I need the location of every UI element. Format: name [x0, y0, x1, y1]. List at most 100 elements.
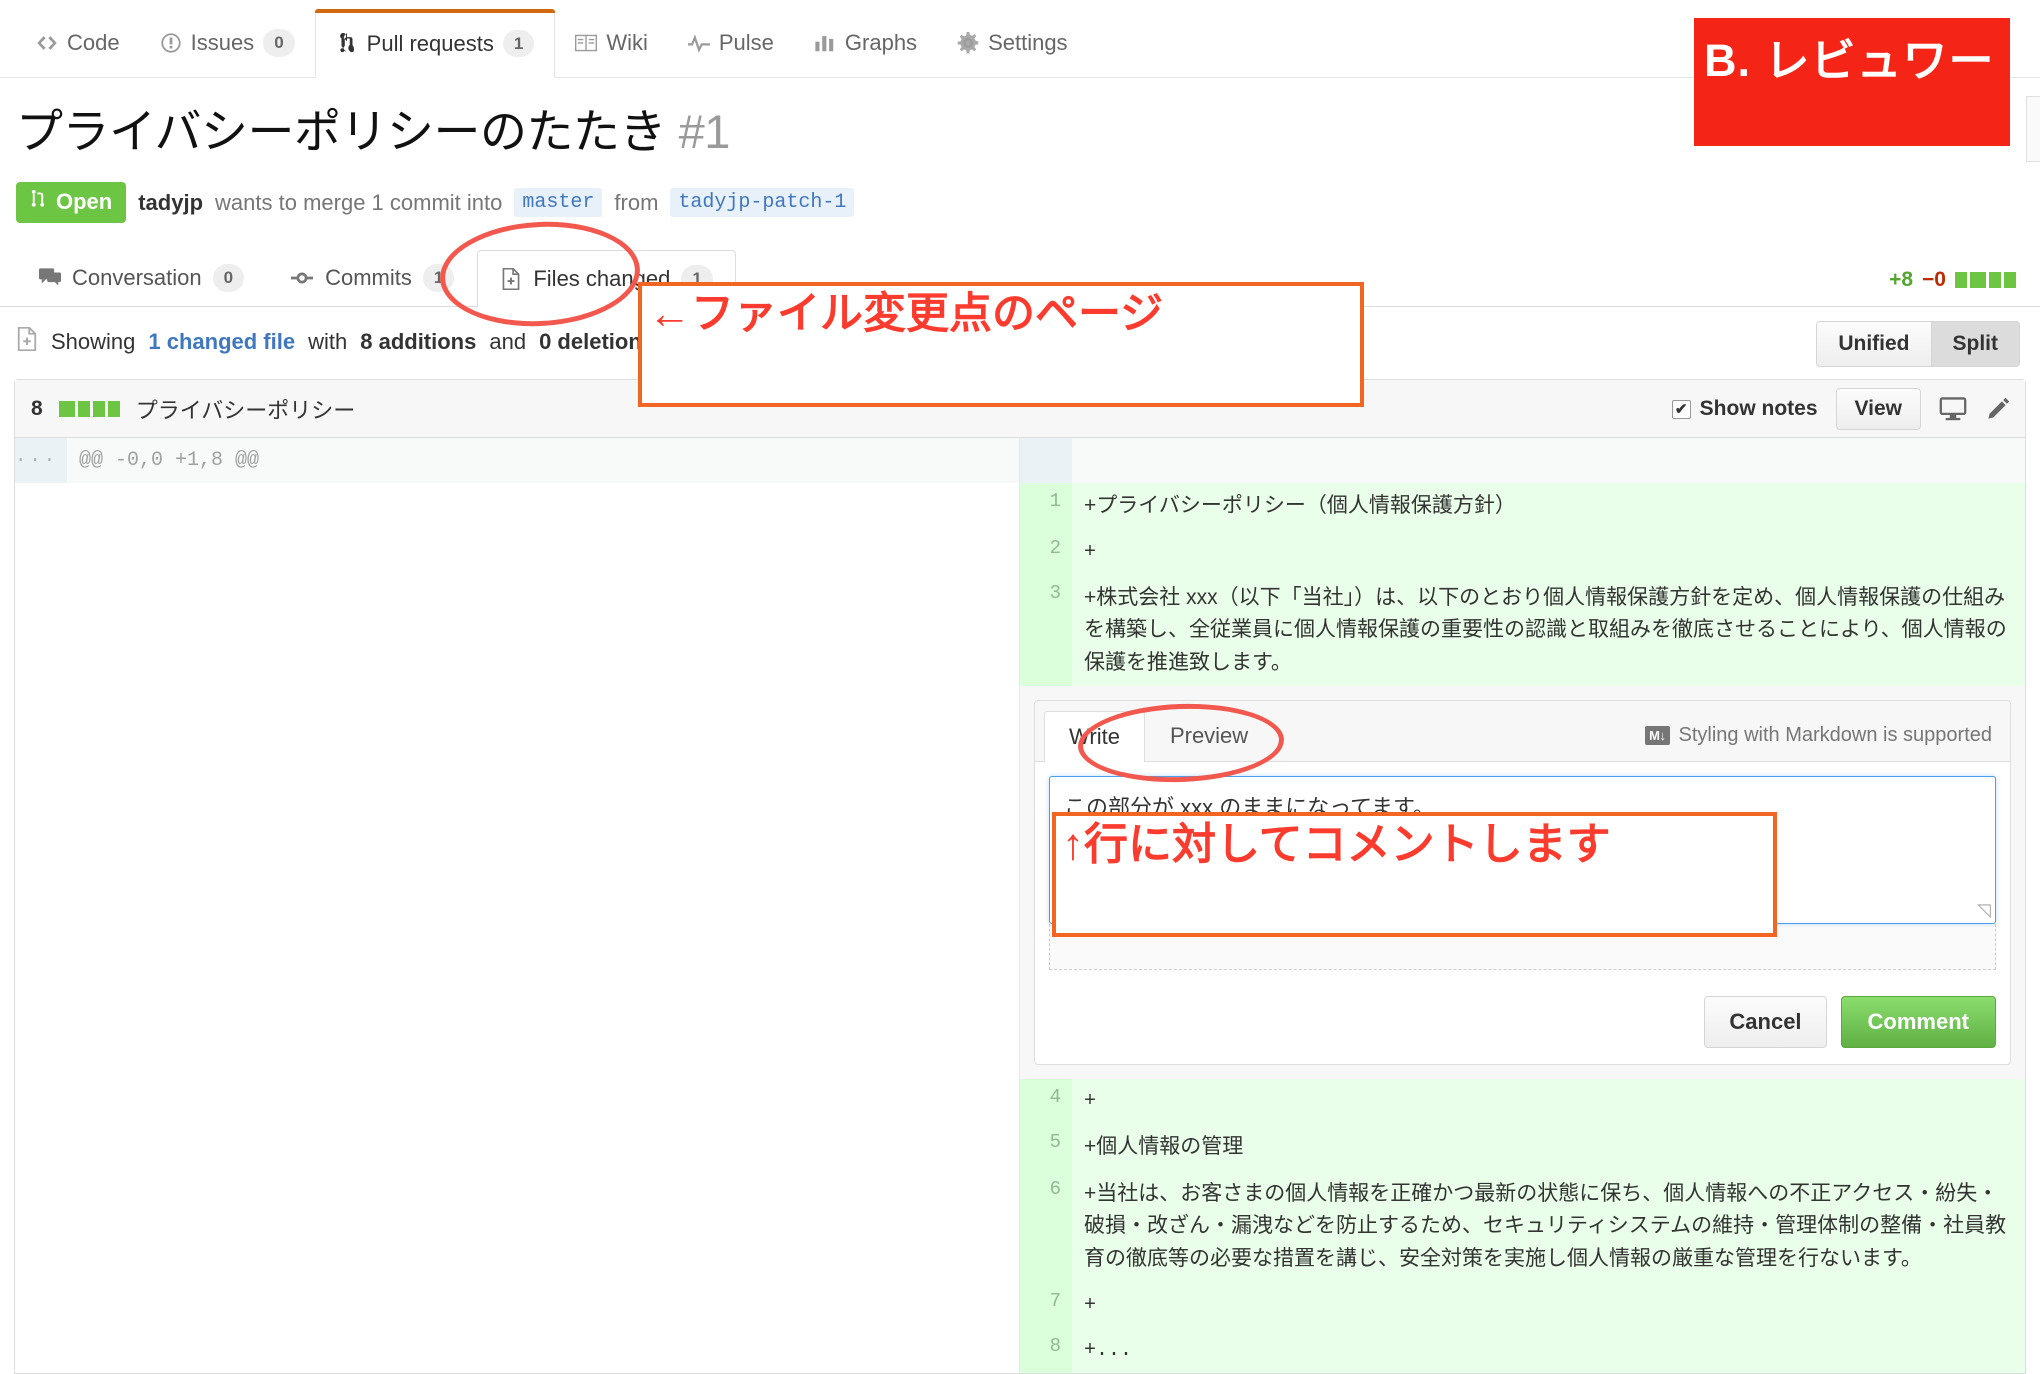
diff-right-added[interactable]: 6 +当社は、お客さまの個人情報を正確かつ最新の状態に保ち、個人情報への不正アク…: [1020, 1170, 2025, 1283]
diff-left-empty: [15, 1124, 1020, 1171]
diff-right-added[interactable]: 1 +プライバシーポリシー（個人情報保護方針）: [1020, 483, 2025, 530]
line-number: 3: [1020, 574, 1072, 687]
diff-row-8: 8 +...: [15, 1327, 2025, 1373]
diff-right-added[interactable]: 7 +: [1020, 1282, 2025, 1328]
line-content: +株式会社 xxx（以下「当社」）は、以下のとおり個人情報保護方針を定め、個人情…: [1072, 574, 2025, 687]
base-branch-chip[interactable]: master: [514, 188, 603, 218]
line-content: +: [1072, 1282, 2025, 1328]
show-notes-label: Show notes: [1699, 397, 1818, 421]
unified-view-button[interactable]: Unified: [1817, 322, 1931, 367]
tab-conversation[interactable]: Conversation 0: [16, 249, 267, 306]
diff-right-added[interactable]: 8 +...: [1020, 1327, 2025, 1373]
pr-merge-text-1: wants to merge 1 commit into: [215, 189, 503, 215]
empty-code: [67, 1124, 1019, 1171]
line-number: 1: [1020, 483, 1072, 530]
file-changes-count: 8: [31, 396, 43, 420]
nav-tab-settings[interactable]: Settings: [937, 9, 1088, 77]
diff-right-added[interactable]: 5 +個人情報の管理: [1020, 1124, 2025, 1171]
checkbox-icon[interactable]: ✔: [1671, 399, 1691, 419]
line-content: +当社は、お客さまの個人情報を正確かつ最新の状態に保ち、個人情報への不正アクセス…: [1072, 1170, 2025, 1283]
pencil-icon[interactable]: [1985, 396, 2011, 422]
line-number: 8: [1020, 1327, 1072, 1373]
gear-icon: [957, 32, 979, 54]
diff-hunk-header-row: ... @@ -0,0 +1,8 @@: [15, 438, 2025, 484]
diffstat-summary: +8 −0: [1889, 268, 2016, 292]
hunk-gutter[interactable]: ...: [15, 438, 67, 484]
pr-number: #1: [678, 105, 731, 158]
annotation-banner-reviewer: B. レビュワー: [1694, 18, 2010, 146]
empty-gutter: [15, 1170, 67, 1283]
nav-tab-label: Wiki: [606, 30, 648, 55]
showing-additions: 8 additions: [360, 329, 477, 355]
nav-tab-issues[interactable]: Issues 0: [140, 9, 315, 77]
nav-tab-pulse[interactable]: Pulse: [668, 9, 794, 77]
tab-label: Conversation: [72, 265, 202, 291]
file-header-actions: ✔ Show notes View: [1671, 380, 2011, 438]
empty-gutter: [15, 574, 67, 687]
empty-gutter: [15, 1124, 67, 1171]
markdown-hint[interactable]: M↓ Styling with Markdown is supported: [1645, 724, 1992, 747]
head-branch-chip[interactable]: tadyjp-patch-1: [670, 188, 855, 218]
changed-file-link[interactable]: 1 changed file: [148, 329, 295, 355]
view-button[interactable]: View: [1835, 388, 1921, 431]
file-name[interactable]: プライバシーポリシー: [136, 393, 356, 425]
nav-tab-wiki[interactable]: Wiki: [555, 9, 668, 77]
empty-gutter: [15, 529, 67, 575]
line-content: +: [1072, 1079, 2025, 1125]
showing-and: and: [489, 329, 527, 355]
diff-left-empty: [15, 1327, 1020, 1373]
diff-right-added[interactable]: 4 +: [1020, 1079, 2025, 1125]
status-badge: Open: [16, 182, 127, 224]
show-notes-toggle[interactable]: ✔ Show notes: [1671, 397, 1818, 421]
line-number: 4: [1020, 1079, 1072, 1125]
code-icon: [36, 32, 58, 54]
status-badge-label: Open: [56, 189, 113, 215]
diff-left-empty: [15, 1079, 1020, 1125]
diffstat-deletions: −0: [1922, 268, 1946, 292]
annotation-text-line-comment: ↑行に対してコメントします: [1062, 820, 1611, 869]
markdown-hint-label: Styling with Markdown is supported: [1678, 724, 1992, 747]
empty-gutter: [15, 1327, 67, 1373]
nav-tab-label: Graphs: [844, 30, 918, 55]
line-number: 2: [1020, 529, 1072, 575]
markdown-icon: M↓: [1645, 726, 1670, 746]
empty-gutter: [15, 1079, 67, 1125]
diff-row-1: 1 +プライバシーポリシー（個人情報保護方針）: [15, 483, 2025, 530]
comment-left-spacer: [15, 686, 1020, 1080]
empty-code: [67, 529, 1019, 575]
nav-tab-label: Issues: [190, 30, 255, 55]
pr-meta-line: Open tadyjp wants to merge 1 commit into…: [16, 182, 2024, 224]
nav-tab-code[interactable]: Code: [16, 9, 140, 77]
comment-discussion-icon: [39, 267, 61, 289]
diff-left-empty: [15, 574, 1020, 687]
diff-row-3: 3 +株式会社 xxx（以下「当社」）は、以下のとおり個人情報保護方針を定め、個…: [15, 574, 2025, 687]
split-view-button[interactable]: Split: [1930, 322, 2019, 367]
desktop-icon[interactable]: [1939, 396, 1967, 422]
empty-gutter: [15, 483, 67, 530]
scrollbar-stub[interactable]: [2026, 96, 2040, 162]
resize-handle-icon[interactable]: ◸: [1977, 900, 1991, 921]
empty-code: [67, 1170, 1019, 1283]
nav-tab-pull-requests[interactable]: Pull requests 1: [314, 9, 556, 78]
hunk-header-text-right: [1072, 438, 2025, 484]
nav-tab-label: Code: [67, 30, 120, 55]
pr-author[interactable]: tadyjp: [138, 190, 203, 216]
diff-row-5: 5 +個人情報の管理: [15, 1124, 2025, 1171]
comment-button[interactable]: Comment: [1840, 996, 1996, 1049]
nav-tab-label: Pulse: [718, 30, 774, 55]
diff-right-added[interactable]: 2 +: [1020, 529, 2025, 575]
diff-left-empty: [15, 483, 1020, 530]
file-diffstat-blocks: [58, 400, 120, 417]
diff-right-added[interactable]: 3 +株式会社 xxx（以下「当社」）は、以下のとおり個人情報保護方針を定め、個…: [1020, 574, 2025, 687]
showing-prefix: Showing: [51, 329, 136, 355]
empty-code: [67, 1327, 1019, 1373]
diff-row-6: 6 +当社は、お客さまの個人情報を正確かつ最新の状態に保ち、個人情報への不正アク…: [15, 1170, 2025, 1283]
annotation-text-files-page: ←ファイル変更点のページ: [648, 290, 1164, 338]
pr-title-text: プライバシーポリシーのたたき: [16, 105, 667, 158]
nav-tab-graphs[interactable]: Graphs: [794, 9, 937, 77]
issue-opened-icon: [160, 32, 182, 54]
diff-left-empty: [15, 1282, 1020, 1328]
annotation-banner-label: B. レビュワー: [1704, 35, 1995, 86]
pulse-icon: [687, 32, 710, 54]
cancel-button[interactable]: Cancel: [1704, 996, 1827, 1049]
